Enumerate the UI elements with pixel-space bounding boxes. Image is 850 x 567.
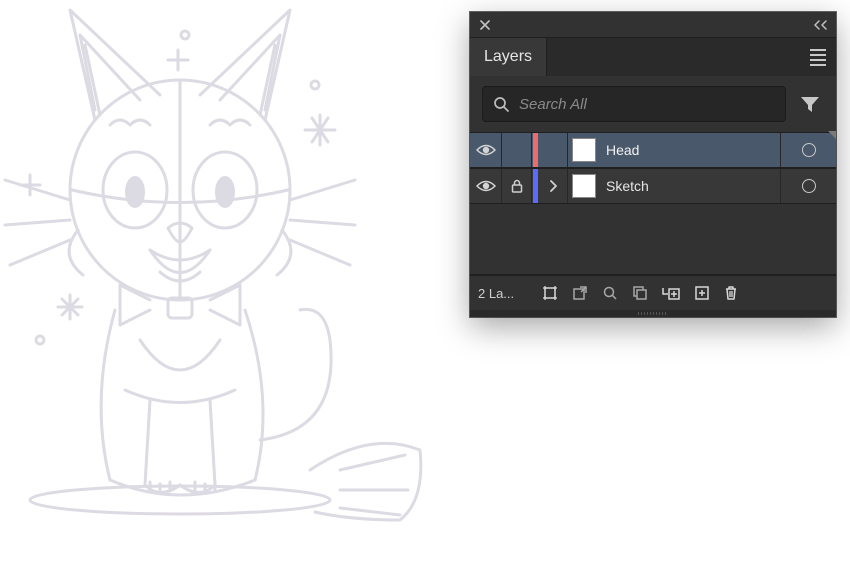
tab-layers[interactable]: Layers (470, 38, 547, 76)
visibility-toggle-icon[interactable] (476, 179, 496, 193)
layers-panel: Layers (470, 12, 836, 317)
layer-name[interactable]: Head (606, 142, 639, 158)
panel-menu-icon[interactable] (810, 49, 826, 66)
overflow-indicator-icon (828, 131, 836, 139)
target-icon[interactable] (802, 143, 816, 157)
close-icon[interactable] (476, 20, 494, 30)
layer-name[interactable]: Sketch (606, 178, 649, 194)
layer-color-strip (533, 169, 538, 203)
layer-count-label: 2 La... (478, 286, 528, 301)
target-icon[interactable] (802, 179, 816, 193)
new-layer-icon[interactable] (694, 285, 710, 301)
tab-label: Layers (484, 48, 532, 66)
layers-list: Head Sketch (470, 132, 836, 275)
locate-icon[interactable] (602, 285, 618, 301)
lock-cell[interactable] (502, 133, 532, 167)
visibility-toggle-icon[interactable] (476, 143, 496, 157)
chevron-right-icon[interactable] (549, 180, 557, 192)
export-icon[interactable] (572, 285, 588, 301)
delete-icon[interactable] (724, 285, 738, 301)
panel-footer: 2 La... (470, 275, 836, 310)
search-bar (470, 76, 836, 132)
layer-color-strip (533, 133, 538, 167)
layers-empty-area[interactable] (470, 204, 836, 275)
canvas-sketch (0, 0, 430, 567)
layer-thumbnail[interactable] (572, 138, 596, 162)
search-field[interactable] (482, 86, 786, 122)
layer-row[interactable]: Head (470, 132, 836, 168)
filter-icon[interactable] (796, 91, 824, 117)
new-sublayer-icon[interactable] (662, 285, 680, 301)
panel-tabbar: Layers (470, 38, 836, 76)
search-icon (493, 96, 509, 112)
layer-row[interactable]: Sketch (470, 168, 836, 204)
lock-icon[interactable] (511, 179, 523, 193)
layer-thumbnail[interactable] (572, 174, 596, 198)
search-input[interactable] (517, 95, 775, 114)
clipping-mask-icon[interactable] (542, 285, 558, 301)
collapse-panel-icon[interactable] (814, 20, 830, 30)
panel-titlebar[interactable] (470, 12, 836, 38)
collect-icon[interactable] (632, 285, 648, 301)
expand-toggle[interactable] (538, 133, 568, 167)
panel-resize-grip[interactable] (470, 310, 836, 317)
